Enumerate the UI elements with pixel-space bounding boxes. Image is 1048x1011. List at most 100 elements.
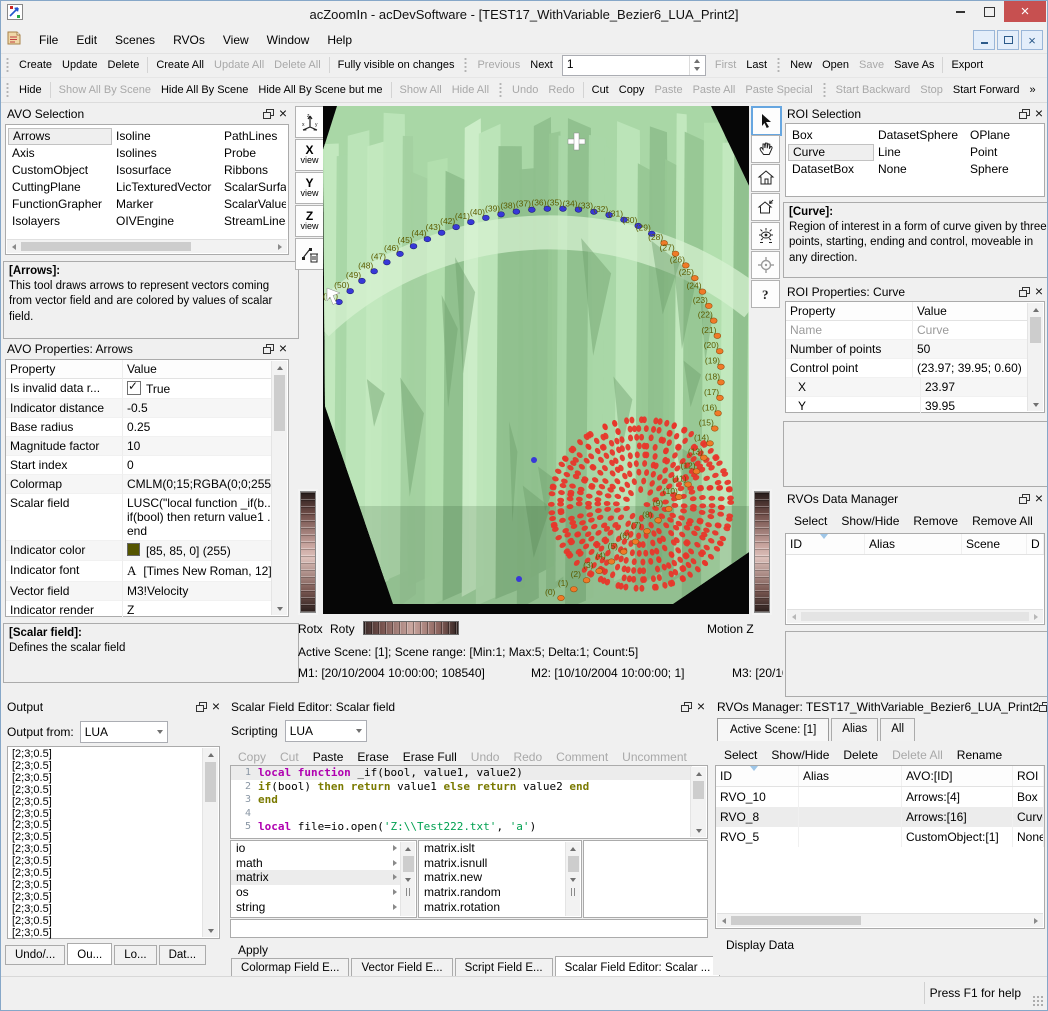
column-header-roi[interactable]: ROI — [1013, 766, 1044, 786]
library-item-math[interactable]: math — [231, 856, 402, 871]
scrollbar-thumb[interactable] — [274, 375, 285, 431]
copy-button[interactable]: Copy — [614, 81, 650, 99]
select-button[interactable]: Select — [787, 511, 834, 531]
pan-tool-button[interactable] — [751, 135, 780, 163]
list-item-customobject[interactable]: CustomObject — [8, 162, 112, 179]
library-item-os[interactable]: os — [231, 885, 402, 900]
library-item-io[interactable]: io — [231, 841, 402, 856]
float-panel-icon[interactable] — [263, 344, 274, 354]
property-value[interactable]: (23.97; 39.95; 0.60) — [913, 359, 1029, 378]
property-value[interactable]: LUSC("local function _if(b...if(bool) th… — [123, 494, 273, 541]
list-item-cuttingplane[interactable]: CuttingPlane — [8, 179, 112, 196]
library-item-matrix[interactable]: matrix — [231, 870, 402, 885]
spin-arrows[interactable] — [689, 56, 705, 75]
library-item-string[interactable]: string — [231, 899, 402, 914]
list-item-datasetbox[interactable]: DatasetBox — [788, 161, 874, 178]
menu-rvos[interactable]: RVOs — [164, 29, 214, 51]
property-value[interactable]: 0 — [123, 456, 273, 475]
property-value[interactable]: 50 — [913, 340, 1029, 359]
list-item-pathlines[interactable]: PathLines — [220, 128, 286, 145]
float-panel-icon[interactable] — [1019, 287, 1030, 297]
function-item-matrix-new[interactable]: matrix.new — [419, 870, 567, 885]
list-item-line[interactable]: Line — [874, 144, 966, 161]
close-panel-icon[interactable] — [1035, 286, 1043, 297]
code-editor[interactable]: 1local function _if(bool, value1, value2… — [230, 765, 708, 839]
rename-button[interactable]: Rename — [950, 745, 1009, 765]
property-value[interactable]: [85, 85, 0] (255) — [123, 541, 273, 561]
list-item-box[interactable]: Box — [788, 127, 874, 144]
list-item-scalarsurface[interactable]: ScalarSurface — [220, 179, 286, 196]
list-item-arrows[interactable]: Arrows — [8, 128, 112, 145]
tab-dat[interactable]: Dat... — [159, 945, 206, 965]
close-panel-icon[interactable] — [279, 108, 287, 119]
rotx-label[interactable]: Rotx — [298, 622, 323, 636]
tab-script-field-e[interactable]: Script Field E... — [455, 958, 553, 978]
remove-button[interactable]: Remove — [906, 511, 965, 531]
roi-properties-title[interactable]: ROI Properties: Curve — [783, 282, 1047, 301]
function-listbox[interactable]: matrix.isltmatrix.isnullmatrix.newmatrix… — [418, 840, 582, 918]
output-source-select[interactable]: LUA — [80, 721, 168, 743]
property-value[interactable]: Z — [123, 601, 273, 620]
table-row-rvo-5[interactable]: RVO_5CustomObject:[1]None — [716, 827, 1044, 847]
tab-ou[interactable]: Ou... — [67, 943, 112, 965]
property-value[interactable]: True — [123, 379, 273, 399]
start-forward-button[interactable]: Start Forward — [948, 81, 1025, 99]
list-item-isolayers[interactable]: Isolayers — [8, 213, 112, 230]
scripting-language-select[interactable]: LUA — [285, 720, 367, 742]
float-panel-icon[interactable] — [1019, 494, 1030, 504]
list-item-curve[interactable]: Curve — [788, 144, 874, 161]
library-vscrollbar[interactable] — [400, 842, 415, 916]
list-item-isolines[interactable]: Isolines — [112, 145, 220, 162]
property-value[interactable]: 39.95 — [921, 397, 1029, 416]
cut-button[interactable]: Cut — [587, 81, 614, 99]
mdi-minimize-icon[interactable] — [973, 30, 995, 50]
property-value[interactable]: -0.5 — [123, 399, 273, 418]
rvos-manager-title[interactable]: RVOs Manager: TEST17_WithVariable_Bezier… — [713, 697, 1047, 716]
mdi-close-icon[interactable] — [1021, 30, 1043, 50]
code-line[interactable]: 3end — [231, 793, 692, 807]
select-tool-button[interactable] — [751, 106, 782, 136]
maximize-icon[interactable] — [975, 1, 1004, 22]
spin-up-icon[interactable] — [694, 59, 700, 63]
float-panel-icon[interactable] — [681, 702, 692, 712]
menu-scenes[interactable]: Scenes — [106, 29, 164, 51]
menu-help[interactable]: Help — [318, 29, 361, 51]
library-listbox[interactable]: iomathmatrixosstring — [230, 840, 417, 918]
list-item-oplane[interactable]: OPlane — [966, 127, 1028, 144]
set-home-view-button[interactable] — [751, 193, 780, 221]
column-header-d[interactable]: D — [1027, 534, 1044, 554]
minimize-icon[interactable] — [946, 1, 975, 22]
code-line[interactable]: 2if(bool) then return value1 else return… — [231, 780, 692, 794]
tab-colormap-field-e[interactable]: Colormap Field E... — [231, 958, 349, 978]
rvos-data-manager-title[interactable]: RVOs Data Manager — [783, 489, 1047, 508]
close-panel-icon[interactable] — [212, 701, 220, 712]
splitter-handle[interactable] — [571, 886, 575, 898]
tab-vector-field-e[interactable]: Vector Field E... — [351, 958, 452, 978]
spin-down-icon[interactable] — [694, 67, 700, 71]
show-hide-button[interactable]: Show/Hide — [834, 511, 906, 531]
list-item-lictexturedvector[interactable]: LicTexturedVector — [112, 179, 220, 196]
checkbox-checked-icon[interactable] — [127, 381, 141, 395]
delete-button[interactable]: Delete — [836, 745, 885, 765]
property-column-header[interactable]: Property — [6, 360, 123, 379]
view-all-button[interactable] — [751, 222, 780, 250]
roi-selection-title[interactable]: ROI Selection — [783, 104, 1047, 123]
splitter-handle[interactable] — [406, 886, 410, 898]
title-bar[interactable]: acZoomIn - acDevSoftware - [TEST17_WithV… — [1, 1, 1047, 27]
code-vscrollbar[interactable] — [690, 767, 706, 837]
expression-input[interactable] — [230, 919, 708, 938]
output-log-box[interactable]: [2;3;0.5][2;3;0.5][2;3;0.5][2;3;0.5][2;3… — [7, 746, 220, 939]
list-item-marker[interactable]: Marker — [112, 196, 220, 213]
next-button[interactable]: Next — [525, 56, 558, 74]
tab-scalar-field-editor-scalar[interactable]: Scalar Field Editor: Scalar ... — [555, 956, 721, 978]
menu-file[interactable]: File — [30, 29, 67, 51]
menu-window[interactable]: Window — [258, 29, 319, 51]
output-vscrollbar[interactable] — [202, 748, 218, 937]
tab-lo[interactable]: Lo... — [114, 945, 156, 965]
paste-button[interactable]: Paste — [306, 747, 351, 767]
close-icon[interactable] — [1004, 1, 1046, 22]
float-panel-icon[interactable] — [1019, 109, 1030, 119]
list-item-datasetsphere[interactable]: DatasetSphere — [874, 127, 966, 144]
scene-number-spinbox[interactable]: 1 — [562, 55, 706, 76]
menu-view[interactable]: View — [214, 29, 258, 51]
